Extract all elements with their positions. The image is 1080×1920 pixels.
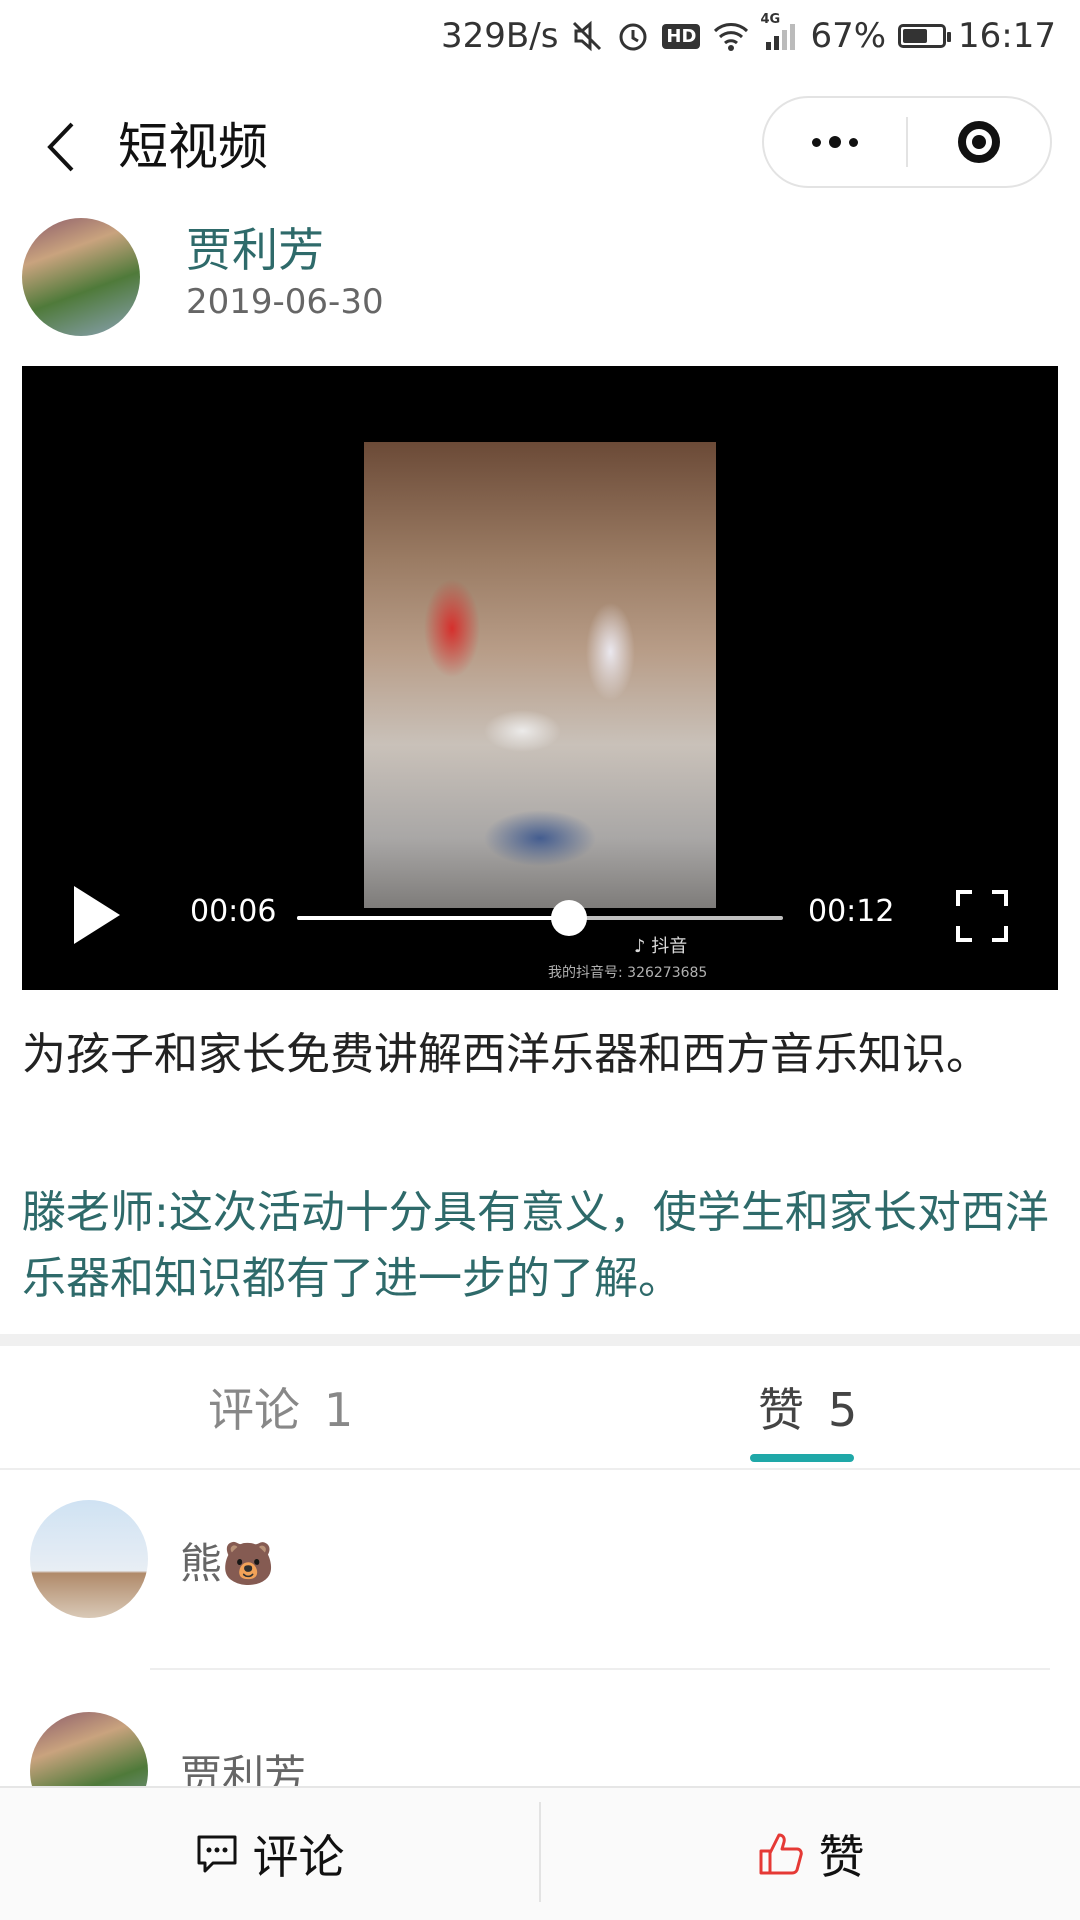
more-dots-icon (829, 136, 841, 148)
tab-likes-count: 5 (828, 1383, 858, 1437)
chevron-left-icon (47, 122, 74, 172)
net-speed: 329B/s (441, 16, 559, 56)
more-button[interactable] (764, 136, 906, 148)
post-date: 2019-06-30 (186, 282, 384, 322)
wifi-icon (712, 20, 750, 52)
hd-icon: HD (662, 23, 701, 49)
watermark-app-name: 抖音 (651, 936, 688, 957)
more-dots-icon (812, 137, 821, 147)
tab-bar: 评论 1 赞5 (0, 1346, 1080, 1470)
network-type-label: 4G (760, 12, 781, 27)
tab-comments-label: 评论 (208, 1383, 300, 1437)
total-time: 00:12 (808, 894, 895, 929)
author-name[interactable]: 贾利芳 (186, 214, 324, 280)
video-frame (364, 442, 716, 908)
current-time: 00:06 (190, 894, 277, 929)
douyin-watermark: ♪ 抖音 (634, 932, 687, 958)
list-divider (150, 1668, 1050, 1670)
author-avatar[interactable] (22, 218, 140, 336)
tab-comments-count: 1 (324, 1383, 354, 1437)
target-icon (958, 121, 1000, 163)
alarm-icon (616, 19, 650, 53)
list-item: 熊🐻 (0, 1470, 1080, 1670)
liker-name: 熊🐻 (180, 1539, 275, 1588)
more-dots-icon (849, 137, 858, 147)
nav-header: 短视频 (0, 92, 1080, 202)
comment-button[interactable]: 评论 (0, 1788, 539, 1920)
tab-likes-label: 赞 (758, 1383, 804, 1437)
fullscreen-button[interactable] (956, 890, 1008, 942)
page-title: 短视频 (118, 118, 268, 176)
tab-comments[interactable]: 评论 1 (208, 1374, 353, 1440)
signal-icon: 4G (760, 12, 798, 52)
battery-percent: 67% (810, 16, 887, 56)
fullscreen-icon (956, 890, 1008, 942)
status-bar: 329B/s HD 4G 67% 16:17 (0, 0, 1080, 72)
progress-knob[interactable] (551, 900, 588, 936)
watermark-id: 我的抖音号: 326273685 (548, 965, 708, 981)
play-icon[interactable] (74, 886, 120, 944)
like-button-label: 赞 (818, 1830, 865, 1884)
section-divider (0, 1334, 1080, 1346)
progress-bar[interactable] (297, 900, 783, 936)
post-description: 为孩子和家长免费讲解西洋乐器和西方音乐知识。 (22, 1029, 990, 1080)
battery-icon (898, 24, 952, 48)
douyin-logo-icon: ♪ (634, 936, 646, 957)
comment-icon (197, 1835, 236, 1873)
tab-likes[interactable]: 赞5 (758, 1374, 857, 1440)
avatar[interactable] (30, 1500, 148, 1618)
comment-button-label: 评论 (252, 1830, 345, 1884)
close-miniprogram-button[interactable] (908, 121, 1050, 163)
clock: 16:17 (958, 16, 1056, 56)
mute-icon (570, 19, 604, 53)
miniprogram-capsule (762, 96, 1052, 188)
active-tab-indicator (750, 1454, 854, 1462)
progress-fill (297, 916, 570, 920)
back-button[interactable] (36, 112, 96, 182)
bottom-action-bar: 评论 赞 (0, 1786, 1080, 1920)
teacher-comment: 滕老师:这次活动十分具有意义，使学生和家长对西洋乐器和知识都有了进一步的了解。 (22, 1187, 1049, 1304)
video-player[interactable]: ♪ 抖音 我的抖音号: 326273685 00:06 00:12 (22, 366, 1058, 990)
like-button[interactable]: 赞 (541, 1788, 1080, 1920)
thumbs-up-icon (759, 1833, 803, 1875)
